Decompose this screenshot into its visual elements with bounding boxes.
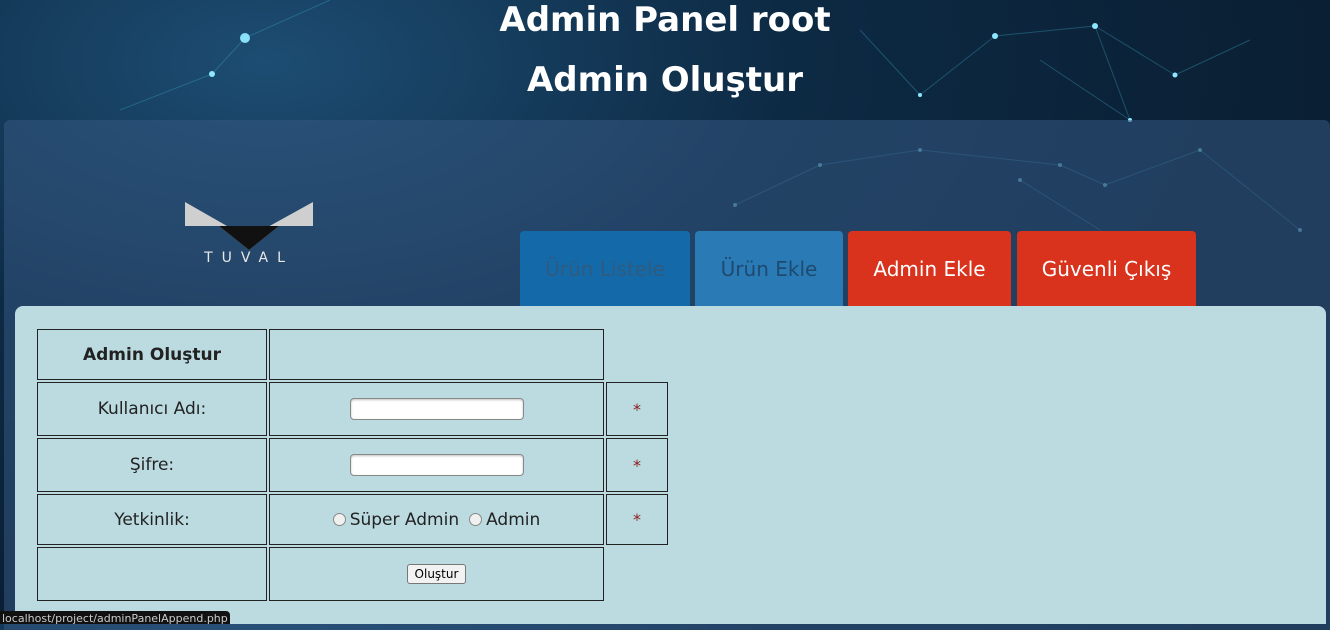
radio-option-admin[interactable]: Admin — [469, 510, 540, 530]
page-subtitle: Admin Oluştur — [526, 60, 803, 100]
radio-option-super-admin[interactable]: Süper Admin — [332, 509, 460, 530]
password-label: Şifre: — [37, 438, 267, 492]
heading-empty-cell — [269, 329, 604, 380]
username-cell — [269, 382, 604, 436]
username-required-mark: * — [606, 382, 668, 436]
form-heading: Admin Oluştur — [37, 329, 267, 380]
role-required-mark: * — [606, 494, 668, 545]
form-content-area: Admin Oluştur Kullanıcı Adı: * Şifre: * … — [15, 306, 1326, 624]
tab-urun-ekle[interactable]: Ürün Ekle — [695, 231, 843, 306]
browser-status-url: localhost/project/adminPanelAppend.php — [0, 611, 230, 624]
create-admin-button[interactable]: Oluştur — [406, 564, 467, 584]
super-admin-label: Süper Admin — [349, 509, 460, 530]
submit-empty-cell — [37, 547, 267, 601]
admin-label: Admin — [486, 509, 541, 530]
tuval-logo: TUVAL — [185, 202, 313, 264]
tab-admin-ekle[interactable]: Admin Ekle — [848, 231, 1011, 306]
tab-urun-listele[interactable]: Ürün Listele — [520, 231, 690, 306]
role-cell: Süper Admin Admin — [269, 494, 604, 545]
admin-radio[interactable] — [469, 513, 483, 526]
password-input[interactable] — [349, 454, 524, 476]
password-cell — [269, 438, 604, 492]
svg-text:TUVAL: TUVAL — [203, 250, 294, 264]
submit-cell: Oluştur — [269, 547, 604, 601]
username-input[interactable] — [349, 398, 524, 420]
role-label: Yetkinlik: — [37, 494, 267, 545]
page-title: Admin Panel root — [499, 0, 831, 40]
tab-guvenli-cikis[interactable]: Güvenli Çıkış — [1017, 231, 1196, 306]
super-admin-radio[interactable] — [332, 513, 346, 526]
username-label: Kullanıcı Adı: — [37, 382, 267, 436]
password-required-mark: * — [606, 438, 668, 492]
